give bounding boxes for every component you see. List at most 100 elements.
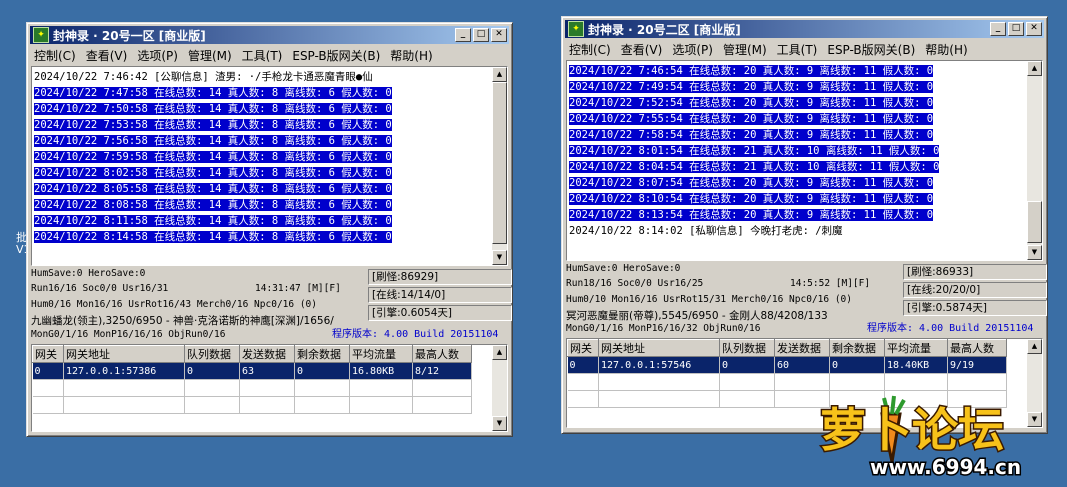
log-line: 2024/10/22 7:46:42 [公聊信息] 渣男: ·/手枪龙卡通恶魔青… [34,71,373,83]
table-cell: 0 [184,362,240,380]
server-window-1[interactable]: ✦ 封神录 · 20号一区 [商业版] _ □ ✕ 控制(C) 查看(V) 选项… [26,22,513,437]
col-avg-traffic[interactable]: 平均流量 [349,345,413,363]
col-sent[interactable]: 发送数据 [774,339,830,357]
log-line: 2024/10/22 8:05:58 在线总数: 14 真人数: 8 离线数: … [34,183,392,195]
table-cell: 0 [829,356,885,374]
scroll-thumb[interactable] [1027,201,1042,243]
log-line: 2024/10/22 8:14:58 在线总数: 14 真人数: 8 离线数: … [34,231,392,243]
col-max-users[interactable]: 最高人数 [412,345,472,363]
minimize-button[interactable]: _ [455,28,471,42]
engine-uptime: [引擎:0.5874天] [903,300,1047,316]
menu-gateway[interactable]: ESP-B版网关(B) [292,47,380,64]
menu-options[interactable]: 选项(P) [672,41,713,58]
col-queue[interactable]: 队列数据 [184,345,240,363]
log-line: 2024/10/22 8:07:54 在线总数: 20 真人数: 9 离线数: … [569,177,934,189]
log-line: 2024/10/22 7:52:54 在线总数: 20 真人数: 9 离线数: … [569,97,934,109]
log-line: 2024/10/22 8:01:54 在线总数: 21 真人数: 10 离线数:… [569,145,940,157]
log-scrollbar[interactable]: ▲ ▼ [1027,61,1042,260]
scroll-down-icon[interactable]: ▼ [492,250,507,265]
table-cell: 127.0.0.1:57386 [63,362,185,380]
status-humsave: HumSave:0 HeroSave:0 [566,263,681,274]
forum-watermark-logo: 萝卜论坛 www.6994.cn [819,395,1023,480]
gateway-grid[interactable]: 网关 网关地址 队列数据 发送数据 剩余数据 平均流量 最高人数 0 127.0… [31,344,508,432]
menu-manage[interactable]: 管理(M) [723,41,767,58]
log-scrollbar[interactable]: ▲ ▼ [492,67,507,265]
menu-help[interactable]: 帮助(H) [390,47,432,64]
log-box[interactable]: 2024/10/22 7:46:42 [公聊信息] 渣男: ·/手枪龙卡通恶魔青… [31,66,508,266]
scroll-down-icon[interactable]: ▼ [492,416,507,431]
program-version: 程序版本: 4.00 Build 20151104 [867,323,1034,334]
close-button[interactable]: ✕ [1026,22,1042,36]
log-line: 2024/10/22 8:04:54 在线总数: 21 真人数: 10 离线数:… [569,161,940,173]
status-mon: MonG0/1/16 MonP16/16/32 ObjRun0/16 [566,323,761,334]
refresh-counter: [刷怪:86933] [903,264,1047,280]
menu-manage[interactable]: 管理(M) [188,47,232,64]
minimize-button[interactable]: _ [990,22,1006,36]
log-line: 2024/10/22 7:46:54 在线总数: 20 真人数: 9 离线数: … [569,65,934,77]
table-cell: 18.40KB [884,356,948,374]
log-line: 2024/10/22 7:47:58 在线总数: 14 真人数: 8 离线数: … [34,87,392,99]
table-row[interactable]: 0 127.0.0.1:57546 0 60 0 18.40KB 9/19 [567,356,1007,374]
online-counter: [在线:20/20/0] [903,282,1047,298]
table-cell: 8/12 [412,362,472,380]
online-counter: [在线:14/14/0] [368,287,512,303]
maximize-button[interactable]: □ [1008,22,1024,36]
table-row[interactable]: 0 127.0.0.1:57386 0 63 0 16.80KB 8/12 [32,362,472,380]
log-line: 2024/10/22 7:49:54 在线总数: 20 真人数: 9 离线数: … [569,81,934,93]
maximize-button[interactable]: □ [473,28,489,42]
empty-row [32,379,472,397]
scroll-down-icon[interactable]: ▼ [1027,245,1042,260]
menu-help[interactable]: 帮助(H) [925,41,967,58]
col-gateway[interactable]: 网关 [567,339,599,357]
log-box[interactable]: 2024/10/22 7:46:54 在线总数: 20 真人数: 9 离线数: … [566,60,1043,261]
menu-view[interactable]: 查看(V) [621,41,663,58]
col-address[interactable]: 网关地址 [63,345,185,363]
log-line: 2024/10/22 7:59:58 在线总数: 14 真人数: 8 离线数: … [34,151,392,163]
menu-control[interactable]: 控制(C) [569,41,611,58]
scroll-thumb[interactable] [492,82,507,244]
log-line: 2024/10/22 8:13:54 在线总数: 20 真人数: 9 离线数: … [569,209,934,221]
status-hum: Hum0/10 Mon16/16 UsrRot15/31 Merch0/16 N… [566,294,852,305]
scroll-up-icon[interactable]: ▲ [492,345,507,360]
table-cell: 0 [294,362,350,380]
log-line: 2024/10/22 8:14:02 [私聊信息] 今晚打老虎: /刺魔 [569,225,843,237]
scroll-up-icon[interactable]: ▲ [1027,339,1042,354]
col-remaining[interactable]: 剩余数据 [829,339,885,357]
menu-bar: 控制(C) 查看(V) 选项(P) 管理(M) 工具(T) ESP-B版网关(B… [31,46,508,65]
col-max-users[interactable]: 最高人数 [947,339,1007,357]
server-window-2[interactable]: ✦ 封神录 · 20号二区 [商业版] _ □ ✕ 控制(C) 查看(V) 选项… [561,16,1048,434]
menu-gateway[interactable]: ESP-B版网关(B) [827,41,915,58]
menu-control[interactable]: 控制(C) [34,47,76,64]
log-line: 2024/10/22 7:50:58 在线总数: 14 真人数: 8 离线数: … [34,103,392,115]
col-avg-traffic[interactable]: 平均流量 [884,339,948,357]
col-queue[interactable]: 队列数据 [719,339,775,357]
menu-tools[interactable]: 工具(T) [777,41,818,58]
col-remaining[interactable]: 剩余数据 [294,345,350,363]
title-bar[interactable]: ✦ 封神录 · 20号一区 [商业版] _ □ ✕ [30,26,509,44]
table-cell: 60 [774,356,830,374]
engine-uptime: [引擎:0.6054天] [368,305,512,321]
close-button[interactable]: ✕ [491,28,507,42]
scroll-up-icon[interactable]: ▲ [1027,61,1042,76]
col-gateway[interactable]: 网关 [32,345,64,363]
status-run: Run16/16 Soc0/0 Usr16/31 [31,283,169,294]
status-humsave: HumSave:0 HeroSave:0 [31,268,146,279]
status-boss: 九幽蟠龙(领主),3250/6950 - 神兽·克洛诺斯的神鹰[深渊]/1656… [31,315,334,327]
grid-scrollbar[interactable]: ▲ ▼ [492,345,507,431]
menu-view[interactable]: 查看(V) [86,47,128,64]
title-bar[interactable]: ✦ 封神录 · 20号二区 [商业版] _ □ ✕ [565,20,1044,38]
table-cell: 9/19 [947,356,1007,374]
col-address[interactable]: 网关地址 [598,339,720,357]
app-icon: ✦ [33,27,49,43]
menu-tools[interactable]: 工具(T) [242,47,283,64]
menu-options[interactable]: 选项(P) [137,47,178,64]
log-line: 2024/10/22 8:10:54 在线总数: 20 真人数: 9 离线数: … [569,193,934,205]
menu-bar: 控制(C) 查看(V) 选项(P) 管理(M) 工具(T) ESP-B版网关(B… [566,40,1043,59]
app-icon: ✦ [568,21,584,37]
col-sent[interactable]: 发送数据 [239,345,295,363]
status-hum: Hum0/16 Mon16/16 UsrRot16/43 Merch0/16 N… [31,299,317,310]
log-line: 2024/10/22 7:58:54 在线总数: 20 真人数: 9 离线数: … [569,129,934,141]
scroll-up-icon[interactable]: ▲ [492,67,507,82]
watermark-url: www.6994.cn [870,455,1021,479]
grid-header-row: 网关 网关地址 队列数据 发送数据 剩余数据 平均流量 最高人数 [567,339,1007,357]
